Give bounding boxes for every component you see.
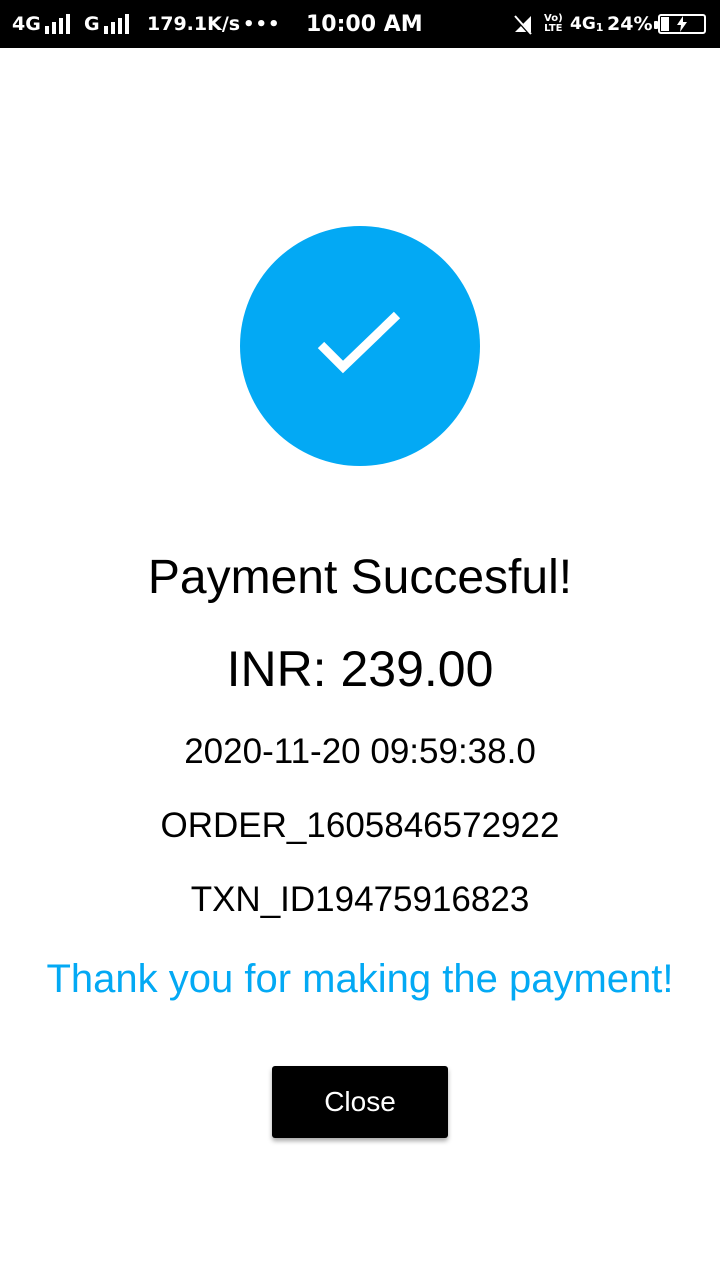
- network-speed: 179.1K/s: [147, 13, 241, 35]
- success-circle: [240, 226, 480, 466]
- network-indicator-2: G: [84, 0, 129, 48]
- order-id: ORDER_1605846572922: [160, 806, 560, 845]
- network-indicator-1: 4G: [12, 0, 70, 48]
- transaction-id: TXN_ID19475916823: [190, 880, 530, 919]
- payment-amount: INR: 239.00: [226, 641, 494, 697]
- checkmark-icon: [317, 311, 401, 374]
- more-notifications-icon: •••: [243, 13, 281, 35]
- mute-icon: [512, 0, 534, 48]
- volte-label-bottom: LTE: [544, 23, 563, 34]
- battery-percent: 24%: [607, 13, 653, 35]
- network-type-3: 4G: [570, 14, 596, 34]
- sim-slot-label: 1: [595, 20, 604, 34]
- network-type-1: 4G: [12, 13, 41, 35]
- close-button[interactable]: Close: [272, 1066, 448, 1138]
- thank-you-message: Thank you for making the payment!: [46, 957, 674, 1001]
- payment-status-title: Payment Succesful!: [147, 551, 573, 604]
- signal-bars-icon: [44, 14, 70, 34]
- status-bar: 4G G 179.1K/s ••• 10:00 AM Vo) LTE 4G 1 …: [0, 0, 720, 48]
- network-indicator-3: 4G 1: [570, 0, 603, 48]
- network-type-2: G: [84, 13, 100, 35]
- battery-charging-icon: [654, 0, 706, 48]
- volte-indicator: Vo) LTE: [544, 0, 563, 48]
- clock: 10:00 AM: [306, 11, 423, 37]
- signal-bars-icon: [103, 14, 129, 34]
- payment-datetime: 2020-11-20 09:59:38.0: [184, 732, 536, 771]
